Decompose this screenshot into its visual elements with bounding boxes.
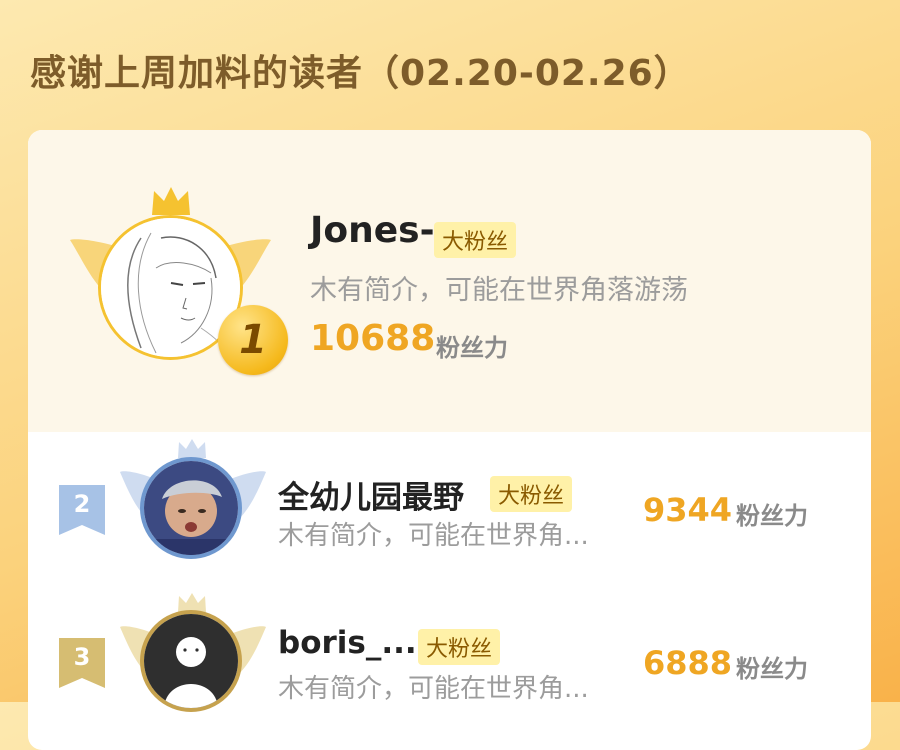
- reader-bio: 木有简介，可能在世界角落游荡: [310, 275, 688, 306]
- avatar[interactable]: [140, 457, 242, 559]
- reader-bio: 木有简介，可能在世界角...: [278, 674, 589, 704]
- avatar[interactable]: [140, 610, 242, 712]
- default-user-avatar: [144, 614, 238, 708]
- fan-power-label: 粉丝力: [736, 502, 808, 530]
- fan-level-badge: 大粉丝: [434, 222, 517, 258]
- crown-icon: [152, 187, 190, 215]
- reader-bio: 木有简介，可能在世界角...: [278, 521, 589, 551]
- reader-name[interactable]: 全幼儿园最野: [278, 472, 464, 517]
- rank-number: 2: [73, 490, 91, 518]
- photo-avatar: [144, 461, 238, 555]
- fan-power-label: 粉丝力: [736, 655, 808, 683]
- reader-name[interactable]: boris_...: [278, 625, 417, 661]
- page-title: 感谢上周加料的读者（02.20-02.26）: [30, 53, 691, 94]
- ranking-item-1[interactable]: 1 Jones- 大粉丝 木有简介，可能在世界角落游荡 10688 粉丝力: [28, 130, 871, 432]
- fan-power-score: 6888: [643, 644, 733, 682]
- reader-name[interactable]: Jones-: [310, 210, 435, 251]
- fan-level-badge: 大粉丝: [418, 629, 501, 665]
- fan-power-score: 9344: [643, 491, 733, 529]
- rank-number: 3: [73, 643, 91, 671]
- fan-power-label: 粉丝力: [436, 334, 508, 362]
- reader-ranking-card: 1 Jones- 大粉丝 木有简介，可能在世界角落游荡 10688 粉丝力 2: [28, 130, 871, 750]
- rank-1-medal: 1: [218, 305, 288, 375]
- fan-level-badge: 大粉丝: [490, 476, 573, 512]
- fan-power-score: 10688: [310, 318, 436, 359]
